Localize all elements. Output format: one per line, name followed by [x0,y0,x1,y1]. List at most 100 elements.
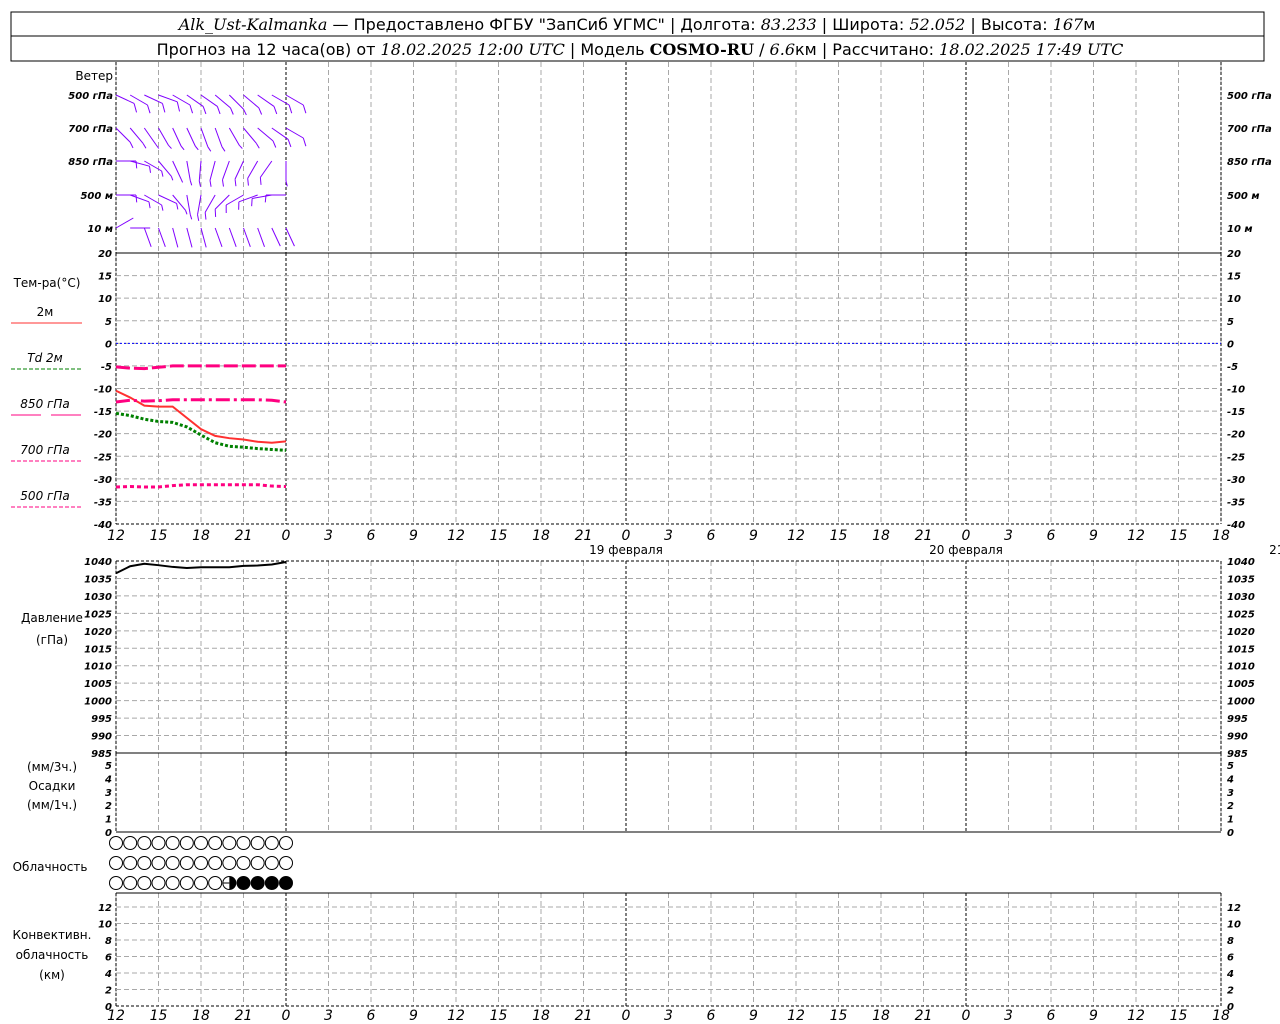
precip-unit-1h: (мм/1ч.) [27,798,77,812]
wind-barb [285,94,307,114]
cloud-circle [123,856,138,870]
wind-level-label: 500 м [80,191,113,202]
cloud-cover-icon [222,856,237,870]
wind-barb-feather [247,178,249,186]
cloud-circle [137,876,152,890]
cloud-circle [179,836,194,850]
temp-y-tick-right: -10 [1227,385,1245,396]
cloud-cover-icon [109,856,123,870]
altitude-label: | Высота: [965,15,1052,34]
wind-barb-feather [148,201,151,209]
cloud-cover-icon [151,836,166,850]
cloud-circle [137,836,152,850]
cloud-circle [165,836,180,850]
cloud-circle [165,856,180,870]
pressure-y-tick-right: 1005 [1227,679,1255,690]
x-tick-label: 0 [622,528,631,544]
cloud-cover-icon [165,876,180,890]
wind-barb-staff [257,127,274,142]
x-tick-label: 6 [367,528,376,544]
pressure-y-tick-right: 1020 [1227,627,1255,638]
x-tick-label: 12 [1127,528,1145,544]
precip-title: Осадки [29,779,76,793]
pressure-unit: (гПа) [36,633,68,647]
x-tick-label-bottom: 15 [1170,1008,1188,1024]
wind-barb-feather [302,137,307,147]
wind-barb [172,160,184,183]
temp-legend-label: Td 2м [27,351,62,365]
provider: — Предоставлено ФГБУ "ЗапСиб УГМС" | Дол… [327,15,760,34]
wind-barb-staff [243,94,260,109]
cloud-cover-icon [250,856,265,870]
wind-barb-feather [221,146,226,152]
temp-y-tick-right: -15 [1227,407,1245,418]
cloud-cover-icon [208,876,223,890]
wind-level-label-right: 700 гПа [1227,124,1272,135]
wind-barb-feather [189,214,193,220]
cloud-cover-icon [236,836,251,850]
wind-barb [243,94,263,115]
calc-time: 18.02.2025 17:49 UTC [939,40,1123,59]
cloud-circle [109,856,123,870]
x-tick-label-bottom: 9 [1089,1008,1098,1024]
x-tick-label-bottom: 0 [622,1008,631,1024]
temp-y-tick: -40 [94,520,112,531]
cloud-circle [109,836,123,850]
wind-barb-feather [221,179,224,187]
pressure-y-tick: 1015 [84,644,112,655]
x-tick-label: 0 [282,528,291,544]
wind-barb-staff [115,217,134,229]
wind-barb-staff [172,127,182,147]
wind-barb-feather [147,104,151,114]
wind-barb-staff [257,94,275,107]
cloud-cover-icon [250,836,265,850]
model-name: COSMO-RU [650,40,754,59]
wind-barb [285,127,307,147]
wind-barb-feather [198,180,201,187]
cloud-circle [222,856,237,870]
temp-y-tick: -10 [94,385,112,396]
precip-unit-3h: (мм/3ч.) [27,760,77,774]
wind-barb [225,194,244,214]
cloud-circle [264,876,279,890]
x-tick-label: 15 [490,528,508,544]
convective-y-tick: 8 [105,936,112,947]
wind-barb [228,127,243,149]
wind-barb-feather [197,214,200,221]
pressure-y-tick: 990 [91,732,112,743]
wind-barb-feather [209,180,212,187]
x-tick-label: 21 [575,528,593,544]
wind-barb-staff [234,160,244,180]
wind-barb-feather [259,177,262,185]
wind-barb [238,194,258,210]
x-tick-label: 18 [192,528,210,544]
cloud-circle [194,876,208,890]
wind-barb [186,227,193,248]
wind-barb [271,94,293,114]
wind-barb [186,194,193,220]
convective-y-tick-right: 12 [1227,903,1241,914]
temp-legend-label: 700 гПа [20,443,69,457]
precip-y-tick: 3 [105,788,112,799]
wind-level-label-right: 10 м [1227,224,1253,235]
cloud-circle [264,836,279,850]
wind-barb-feather [170,176,174,181]
wind-barb-staff [285,227,295,247]
model-label: | Модель [565,40,650,59]
cloud-circle [222,836,237,850]
x-tick-label-bottom: 0 [282,1008,291,1024]
cloud-cover-icon [123,856,138,870]
x-tick-label: 15 [150,528,168,544]
cloud-cover-icon [179,836,194,850]
wind-barb [115,127,134,149]
wind-barb [214,127,226,152]
header-line-1: Alk_Ust-Kalmanka — Предоставлено ФГБУ "З… [177,15,1096,34]
cloud-cover-icon [194,876,208,890]
wind-barb-feather [148,166,152,173]
x-tick-label-bottom: 6 [367,1008,376,1024]
cloud-circle [151,876,166,890]
x-tick-label: 0 [962,528,971,544]
temp-title: Тем-ра(°C) [13,276,81,290]
wind-barb-feather [273,106,278,115]
wind-barb [129,127,147,149]
